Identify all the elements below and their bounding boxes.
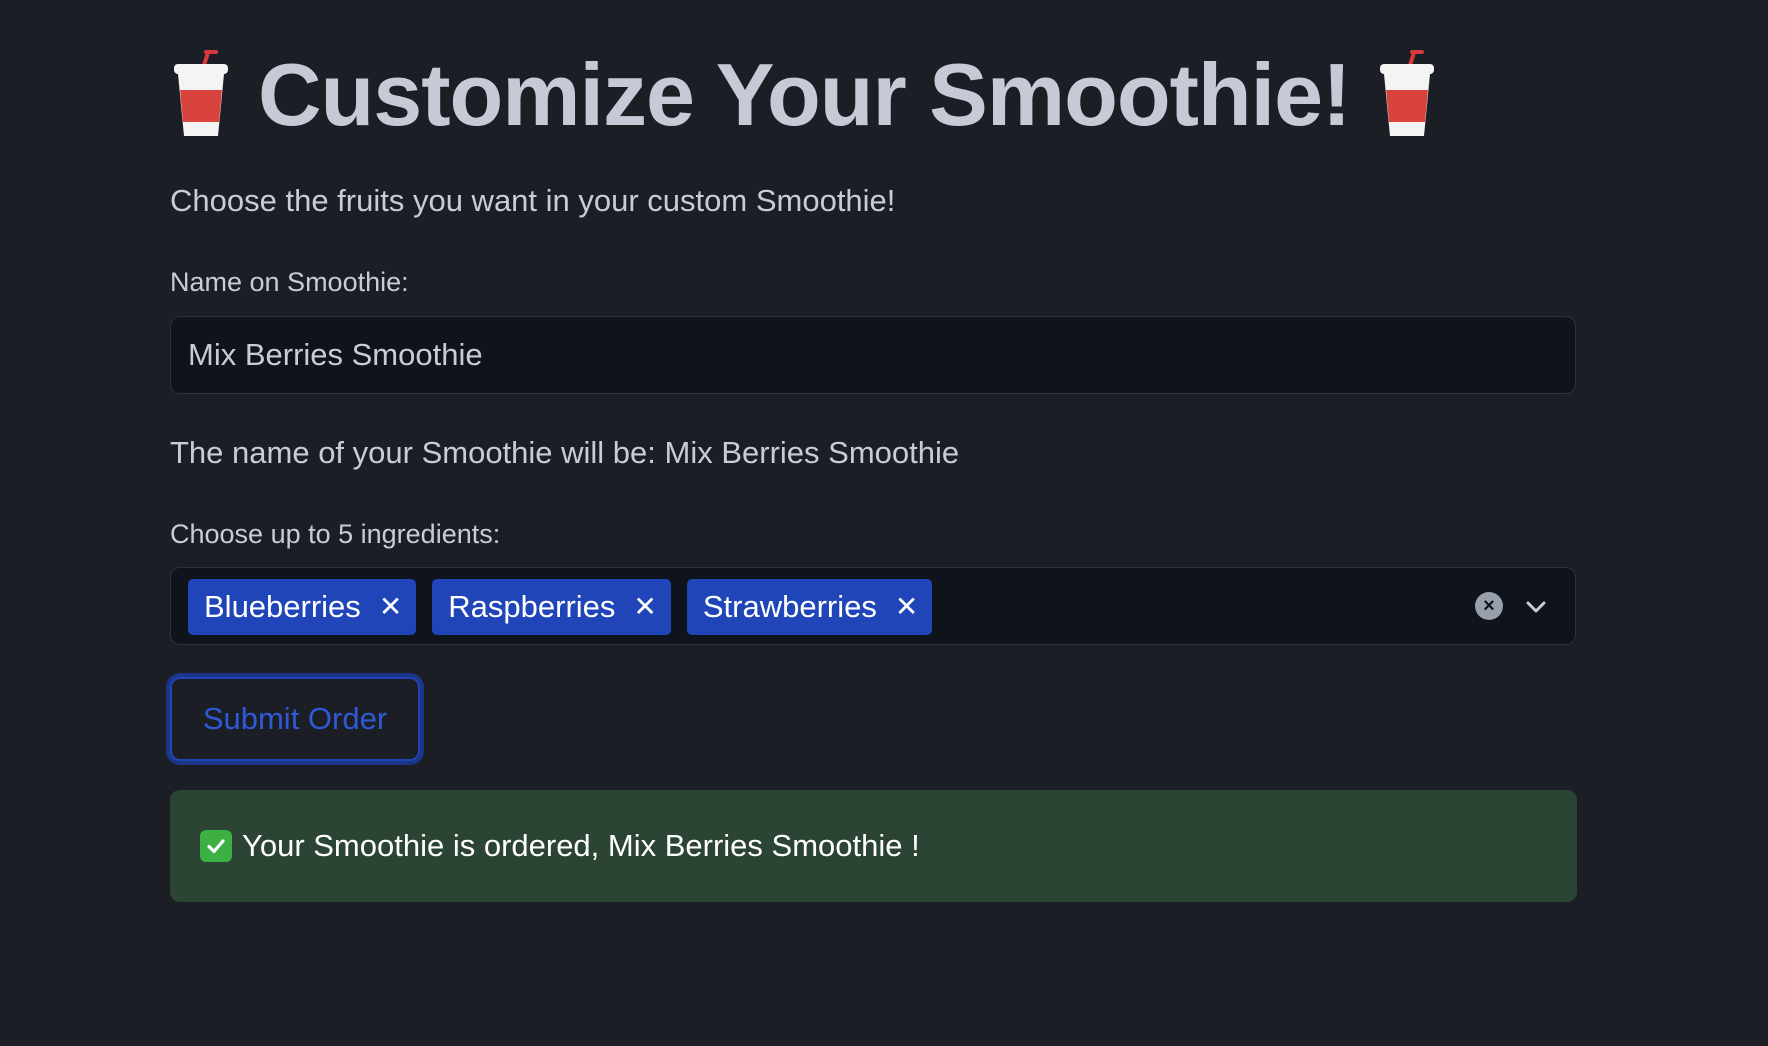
chip-label: Raspberries [448, 589, 616, 624]
close-icon[interactable]: ✕ [895, 593, 918, 621]
page-header: Customize Your Smoothie! [170, 40, 1438, 150]
app-page: Customize Your Smoothie! Choose the frui… [0, 0, 1768, 1046]
name-preview-text: The name of your Smoothie will be: Mix B… [170, 435, 960, 470]
cup-with-straw-icon [1376, 50, 1438, 140]
page-subtitle: Choose the fruits you want in your custo… [170, 183, 896, 218]
selected-ingredients: Blueberries ✕ Raspberries ✕ Strawberries… [188, 579, 933, 635]
chip-label: Strawberries [702, 589, 877, 624]
success-alert: Your Smoothie is ordered, Mix Berries Sm… [170, 790, 1577, 902]
ingredient-chip-raspberries: Raspberries ✕ [432, 579, 671, 635]
close-icon[interactable]: ✕ [633, 593, 656, 621]
ingredient-chip-blueberries: Blueberries ✕ [188, 579, 417, 635]
chevron-down-icon[interactable] [1521, 592, 1551, 622]
page-title: Customize Your Smoothie! [258, 45, 1351, 144]
check-mark-icon [200, 830, 232, 862]
ingredients-label: Choose up to 5 ingredients: [170, 519, 501, 549]
chip-label: Blueberries [204, 589, 361, 624]
ingredients-multiselect[interactable]: Blueberries ✕ Raspberries ✕ Strawberries… [170, 567, 1576, 645]
smoothie-name-input[interactable] [170, 316, 1576, 394]
submit-order-button[interactable]: Submit Order [170, 677, 420, 761]
cup-with-straw-icon [170, 50, 232, 140]
close-icon[interactable]: ✕ [379, 593, 402, 621]
clear-all-icon[interactable]: × [1475, 592, 1503, 620]
name-field-label: Name on Smoothie: [170, 267, 409, 297]
success-message: Your Smoothie is ordered, Mix Berries Sm… [242, 828, 920, 863]
ingredient-chip-strawberries: Strawberries ✕ [686, 579, 933, 635]
